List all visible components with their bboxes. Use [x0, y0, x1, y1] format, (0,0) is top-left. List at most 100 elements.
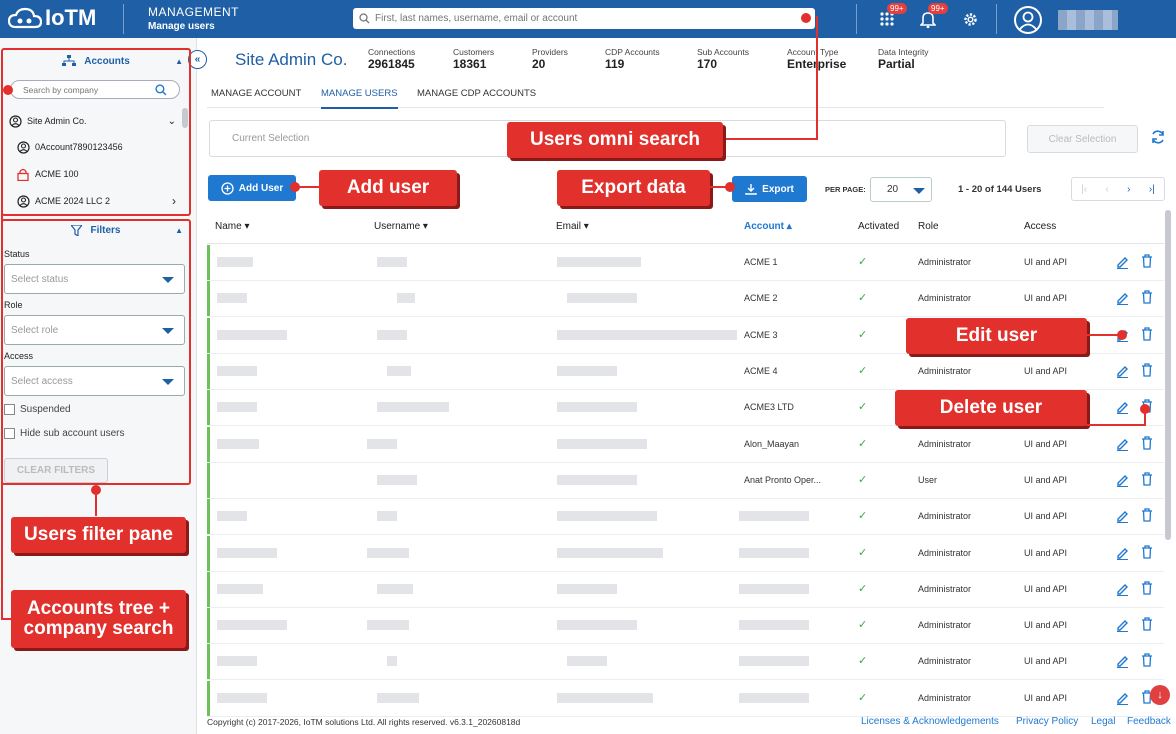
col-role[interactable]: Role — [918, 221, 939, 232]
tab-manage-cdp-accounts[interactable]: MANAGE CDP ACCOUNTS — [417, 88, 536, 99]
first-page-icon[interactable]: |‹ — [1081, 184, 1087, 195]
table-row[interactable]: ✓ Administrator UI and API — [207, 572, 1164, 608]
table-row[interactable]: ACME 1 ✓ Administrator UI and API — [207, 245, 1164, 281]
table-row[interactable]: ✓ Administrator UI and API — [207, 536, 1164, 572]
active-indicator — [207, 681, 210, 716]
callout-line — [816, 16, 818, 140]
trash-icon[interactable] — [1141, 653, 1153, 667]
edit-icon[interactable] — [1116, 365, 1129, 378]
email-redacted — [557, 620, 637, 630]
notifications-button[interactable]: 99+ — [918, 3, 948, 29]
check-icon: ✓ — [858, 692, 868, 704]
clear-selection-button[interactable]: Clear Selection — [1027, 125, 1138, 153]
trash-icon[interactable] — [1141, 545, 1153, 559]
table-row[interactable]: ACME 2 ✓ Administrator UI and API — [207, 281, 1164, 317]
trash-icon[interactable] — [1141, 290, 1153, 304]
table-row[interactable]: ✓ Administrator UI and API — [207, 644, 1164, 680]
trash-icon[interactable] — [1141, 254, 1153, 268]
edit-icon[interactable] — [1116, 547, 1129, 560]
account-cell: Anat Pronto Oper... — [744, 475, 822, 485]
role-cell: Administrator — [918, 620, 972, 630]
trash-icon[interactable] — [1141, 436, 1153, 450]
trash-icon[interactable] — [1141, 617, 1153, 631]
table-row[interactable]: Alon_Maayan ✓ Administrator UI and API — [207, 427, 1164, 463]
page-title: Site Admin Co. — [235, 50, 348, 69]
table-row[interactable]: Anat Pronto Oper... ✓ User UI and API — [207, 463, 1164, 499]
col-access[interactable]: Access — [1024, 221, 1056, 232]
plus-circle-icon — [221, 181, 234, 195]
next-page-icon[interactable]: › — [1127, 184, 1130, 195]
email-redacted — [557, 366, 617, 376]
col-username[interactable]: Username ▾ — [374, 221, 428, 232]
edit-icon[interactable] — [1116, 401, 1129, 414]
col-name[interactable]: Name ▾ — [215, 221, 250, 232]
access-cell: UI and API — [1024, 548, 1068, 558]
edit-icon[interactable] — [1116, 655, 1129, 668]
trash-icon[interactable] — [1141, 363, 1153, 377]
copyright: Copyright (c) 2017-2026, IoTM solutions … — [207, 717, 521, 727]
edit-icon[interactable] — [1116, 619, 1129, 632]
table-row[interactable]: ✓ Administrator UI and API — [207, 499, 1164, 535]
logo[interactable]: IoTM — [8, 5, 96, 31]
stat-label: Customers — [453, 47, 495, 57]
export-button[interactable]: Export — [732, 176, 807, 202]
callout-delete-user: Delete user — [895, 390, 1087, 426]
callout-accounts-tree: Accounts tree + company search — [11, 590, 186, 648]
edit-icon[interactable] — [1116, 692, 1129, 705]
trash-icon[interactable] — [1141, 472, 1153, 486]
privacy-link[interactable]: Privacy Policy — [1016, 716, 1078, 727]
legal-link[interactable]: Legal — [1091, 716, 1115, 727]
per-page-select[interactable]: 20 — [870, 177, 932, 202]
licenses-link[interactable]: Licenses & Acknowledgements — [861, 716, 999, 727]
omni-search[interactable] — [353, 8, 815, 29]
table-row[interactable]: ACME 4 ✓ Administrator UI and API — [207, 354, 1164, 390]
settings-button[interactable] — [960, 9, 980, 29]
table-row[interactable]: ✓ Administrator UI and API — [207, 681, 1164, 717]
username-redacted — [377, 475, 417, 485]
refresh-icon[interactable] — [1150, 129, 1166, 145]
col-account[interactable]: Account ▴ — [744, 221, 792, 232]
edit-icon[interactable] — [1116, 474, 1129, 487]
username-redacted — [377, 584, 413, 594]
col-activated[interactable]: Activated — [858, 221, 899, 232]
stat-label: Data Integrity — [878, 47, 929, 57]
arrow-down-icon: ↓ — [1157, 689, 1163, 701]
omni-search-input[interactable] — [375, 13, 775, 24]
notifications-badge: 99+ — [928, 3, 948, 14]
access-cell: UI and API — [1024, 511, 1068, 521]
edit-icon[interactable] — [1116, 438, 1129, 451]
role-cell: Administrator — [918, 257, 972, 267]
active-indicator — [207, 463, 210, 498]
callout-dot — [725, 182, 735, 192]
trash-icon[interactable] — [1141, 327, 1153, 341]
trash-icon[interactable] — [1141, 508, 1153, 522]
trash-icon[interactable] — [1141, 581, 1153, 595]
access-cell: UI and API — [1024, 693, 1068, 703]
scroll-down-button[interactable]: ↓ — [1150, 685, 1170, 705]
tab-manage-account[interactable]: MANAGE ACCOUNT — [211, 88, 301, 99]
name-redacted — [217, 439, 259, 449]
divider — [996, 4, 997, 34]
stat-value: 170 — [697, 57, 718, 71]
col-email[interactable]: Email ▾ — [556, 221, 589, 232]
account-cell: ACME 2 — [744, 293, 778, 303]
apps-button[interactable]: 99+ — [877, 3, 907, 29]
stat-1: Customers 18361 — [453, 47, 494, 71]
check-icon: ✓ — [858, 655, 868, 667]
edit-icon[interactable] — [1116, 583, 1129, 596]
last-page-icon[interactable]: ›| — [1149, 184, 1155, 195]
prev-page-icon[interactable]: ‹ — [1105, 184, 1108, 195]
tab-manage-users[interactable]: MANAGE USERS — [321, 88, 398, 109]
table-row[interactable]: ✓ Administrator UI and API — [207, 608, 1164, 644]
edit-icon[interactable] — [1116, 510, 1129, 523]
feedback-link[interactable]: Feedback — [1127, 716, 1171, 727]
table-header: Name ▾ Username ▾ Email ▾ Account ▴ Acti… — [207, 212, 1164, 244]
add-user-button[interactable]: Add User — [208, 175, 296, 201]
edit-icon[interactable] — [1116, 256, 1129, 269]
user-avatar[interactable] — [1014, 6, 1042, 34]
name-redacted — [217, 330, 287, 340]
check-icon: ✓ — [858, 438, 868, 450]
edit-icon[interactable] — [1116, 292, 1129, 305]
per-page-value: 20 — [887, 184, 899, 195]
table-scrollbar[interactable] — [1165, 210, 1171, 540]
